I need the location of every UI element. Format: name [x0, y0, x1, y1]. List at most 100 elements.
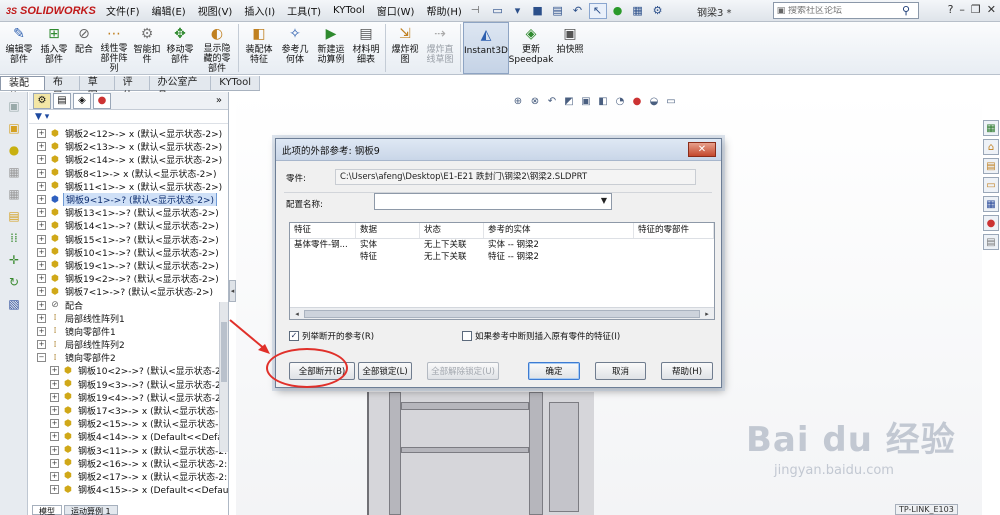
tree-item[interactable]: + ⬢ 钢板13<1>->? (默认<显示状态-2>) [29, 206, 228, 219]
expand-icon[interactable]: + [50, 471, 59, 481]
expand-icon[interactable]: + [50, 485, 59, 495]
mate-grid-icon[interactable]: ⁞⁞ [5, 230, 23, 246]
move-icon[interactable]: ✛ [5, 252, 23, 268]
column-status[interactable]: 状态 [420, 223, 484, 238]
tree-item[interactable]: + ⬢ 钢板2<14>-> x (默认<显示状态-2>) [29, 153, 228, 166]
ribbon-button-speedpak[interactable]: ◈ 更新 Speedpak [509, 22, 554, 74]
tree-item[interactable]: + ⬢ 钢板9<1>->? (默认<显示状态-2>) [29, 192, 228, 207]
expand-icon[interactable]: + [37, 195, 46, 205]
undo-icon[interactable]: ↶ [569, 3, 587, 19]
expand-icon[interactable]: + [50, 406, 59, 416]
tab-model[interactable]: 模型 [32, 505, 62, 515]
ribbon-button-instant3d[interactable]: ◭ Instant3D [463, 22, 509, 74]
config-name-select[interactable]: ▼ [374, 193, 612, 210]
search-icon[interactable]: ⚲ [896, 4, 916, 17]
checkbox-box[interactable]: ✓ [289, 331, 299, 341]
tree-item[interactable]: + ⁞ 局部线性阵列1 [29, 312, 228, 325]
tree-item[interactable]: + ⬢ 钢板10<2>->? (默认<显示状态-2> [29, 364, 228, 377]
ribbon-button-mate[interactable]: ⊘ 配合 [72, 22, 96, 74]
tree-item[interactable]: − ⁞ 镜向零部件2 [29, 351, 228, 364]
column-feature-component[interactable]: 特征的零部件 [634, 223, 714, 238]
view-settings-icon[interactable]: ▭ [664, 94, 678, 108]
display-manager-tab-icon[interactable]: ● [93, 92, 111, 109]
tab-evaluate[interactable]: 评估 [115, 76, 150, 102]
view-palette-icon[interactable]: ▦ [983, 196, 999, 212]
ribbon-button-exploded-view[interactable]: ⇲ 爆炸视 图 [388, 22, 422, 74]
file-explorer-icon[interactable]: ▤ [983, 158, 999, 174]
design-library-icon[interactable]: ⌂ [983, 139, 999, 155]
tree-item[interactable]: + ⁞ 局部线性阵列2 [29, 338, 228, 351]
menu-file[interactable]: 文件(F) [100, 3, 146, 18]
references-list[interactable]: 特征 数据 状态 参考的实体 特征的零部件 基体零件-钢... 实体 无上下关联… [289, 222, 715, 320]
menu-edit[interactable]: 编辑(E) [146, 3, 192, 18]
expand-icon[interactable]: + [37, 234, 46, 244]
scroll-right-icon[interactable]: ▸ [701, 309, 713, 319]
options-gear-icon[interactable]: ⚙ [649, 3, 667, 19]
insert-missing-features-checkbox[interactable]: 如果参考中断则插入原有零件的特征(I) [462, 330, 620, 342]
select-arrow-icon[interactable]: ↖ [588, 2, 607, 19]
configuration-manager-tab-icon[interactable]: ◈ [73, 92, 91, 109]
expand-icon[interactable]: + [37, 313, 46, 323]
filter-icon[interactable]: ▼ ▾ [29, 110, 228, 124]
expand-icon[interactable]: + [37, 181, 46, 191]
apply-scene-icon[interactable]: ◒ [647, 94, 661, 108]
sketch-icon[interactable]: ▧ [5, 296, 23, 312]
tree-item[interactable]: + ⬢ 钢板15<1>->? (默认<显示状态-2>) [29, 233, 228, 246]
tree-item[interactable]: + ⬢ 钢板19<2>->? (默认<显示状态-2>) [29, 272, 228, 285]
ribbon-button-move-component[interactable]: ✥ 移动零 部件 [162, 22, 198, 74]
expand-icon[interactable]: + [50, 392, 59, 402]
ribbon-button-bom[interactable]: ▤ 材料明 细表 [349, 22, 383, 74]
list-item[interactable]: 基体零件-钢... 实体 无上下关联 实体 -- 钢梁2 [290, 239, 714, 251]
tree-item[interactable]: + ⁞ 镜向零部件1 [29, 325, 228, 338]
expand-icon[interactable]: + [37, 326, 46, 336]
save-icon[interactable]: ■ [529, 3, 547, 19]
pattern-icon[interactable]: ▤ [5, 208, 23, 224]
ribbon-button-assembly-feature[interactable]: ◧ 装配体 特征 [241, 22, 277, 74]
ribbon-button-explode-line-sketch[interactable]: ⇢ 爆炸直 线草图 [422, 22, 458, 74]
checkbox-box[interactable] [462, 331, 472, 341]
tree-item[interactable]: + ⬢ 钢板10<1>->? (默认<显示状态-2>) [29, 246, 228, 259]
cancel-button[interactable]: 取消 [595, 362, 646, 380]
restore-icon[interactable]: ❐ [971, 3, 981, 16]
search-box[interactable]: ▣ ⚲ [773, 2, 919, 19]
tree-item[interactable]: + ⬢ 钢板19<4>->? (默认<显示状态-2> [29, 391, 228, 404]
file-properties-icon[interactable]: ▦ [629, 3, 647, 19]
ribbon-button-insert-component[interactable]: ⊞ 插入零 部件 [36, 22, 72, 74]
search-input[interactable] [788, 5, 896, 16]
scroll-left-icon[interactable]: ◂ [291, 309, 303, 319]
expand-icon[interactable]: + [37, 168, 46, 178]
expand-icon[interactable]: + [37, 274, 46, 284]
expand-icon[interactable]: + [50, 458, 59, 468]
feature-tree-scrollbar[interactable] [219, 302, 228, 452]
search-scope-icon[interactable]: ▣ [774, 6, 788, 16]
tree-item[interactable]: + ⬢ 钢板2<12>-> x (默认<显示状态-2>) [29, 127, 228, 140]
expand-icon[interactable]: + [37, 300, 46, 310]
menu-view[interactable]: 视图(V) [192, 3, 239, 18]
chevron-down-icon[interactable]: ▼ [601, 196, 607, 205]
help-button[interactable]: 帮助(H) [661, 362, 713, 380]
expand-icon[interactable]: + [37, 155, 46, 165]
tree-item[interactable]: + ⬢ 钢板7<1>->? (默认<显示状态-2>) [29, 285, 228, 298]
menu-window[interactable]: 窗口(W) [371, 3, 421, 18]
expand-icon[interactable]: + [37, 221, 46, 231]
expand-icon[interactable]: + [37, 287, 46, 297]
ribbon-button-linear-pattern[interactable]: ⋯ 线性零 部件阵 列 [96, 22, 132, 75]
menu-tools[interactable]: 工具(T) [281, 3, 327, 18]
rotate-icon[interactable]: ↻ [5, 274, 23, 290]
hide-show-icon[interactable]: ▦ [5, 164, 23, 180]
view-orientation-icon[interactable]: ▣ [579, 94, 593, 108]
edit-appearance-icon[interactable]: ● [630, 94, 644, 108]
tab-kytool[interactable]: KYTool [211, 76, 260, 90]
list-horizontal-scrollbar[interactable]: ◂ ▸ [290, 307, 714, 319]
expand-icon[interactable]: + [50, 366, 59, 376]
color-ball-icon[interactable]: ● [5, 142, 23, 158]
expand-icon[interactable]: + [37, 340, 46, 350]
appearances-icon[interactable]: ● [983, 215, 999, 231]
tree-item[interactable]: + ⬢ 钢板17<3>-> x (默认<显示状态-2: [29, 404, 228, 417]
pin-menu-icon[interactable]: ⊣ [468, 5, 483, 16]
tree-item[interactable]: + ⬢ 钢板14<1>->? (默认<显示状态-2>) [29, 219, 228, 232]
scrollbar-thumb[interactable] [304, 310, 700, 318]
solidworks-logo[interactable]: 3S SOLIDWORKS [0, 0, 100, 22]
ribbon-button-smart-fastener[interactable]: ⚙ 智能扣 件 [132, 22, 162, 74]
print-icon[interactable]: ▤ [549, 3, 567, 19]
